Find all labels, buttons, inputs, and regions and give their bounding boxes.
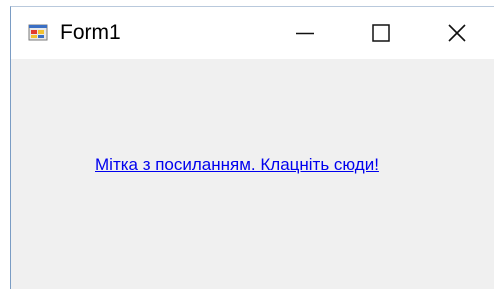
maximize-icon bbox=[372, 24, 390, 42]
minimize-icon bbox=[296, 32, 314, 35]
winforms-app-icon bbox=[28, 23, 48, 43]
form-client-area: Мітка з посиланням. Клацніть сюди! bbox=[11, 59, 494, 290]
close-button[interactable] bbox=[421, 7, 493, 59]
title-bar[interactable]: Form1 bbox=[11, 7, 494, 59]
maximize-button[interactable] bbox=[345, 7, 417, 59]
close-icon bbox=[448, 24, 466, 42]
form-window: Form1 Мітка з посиланням. Клацніть сюди! bbox=[10, 6, 494, 289]
minimize-button[interactable] bbox=[269, 7, 341, 59]
link-label[interactable]: Мітка з посиланням. Клацніть сюди! bbox=[95, 155, 379, 175]
window-title: Form1 bbox=[60, 21, 121, 44]
